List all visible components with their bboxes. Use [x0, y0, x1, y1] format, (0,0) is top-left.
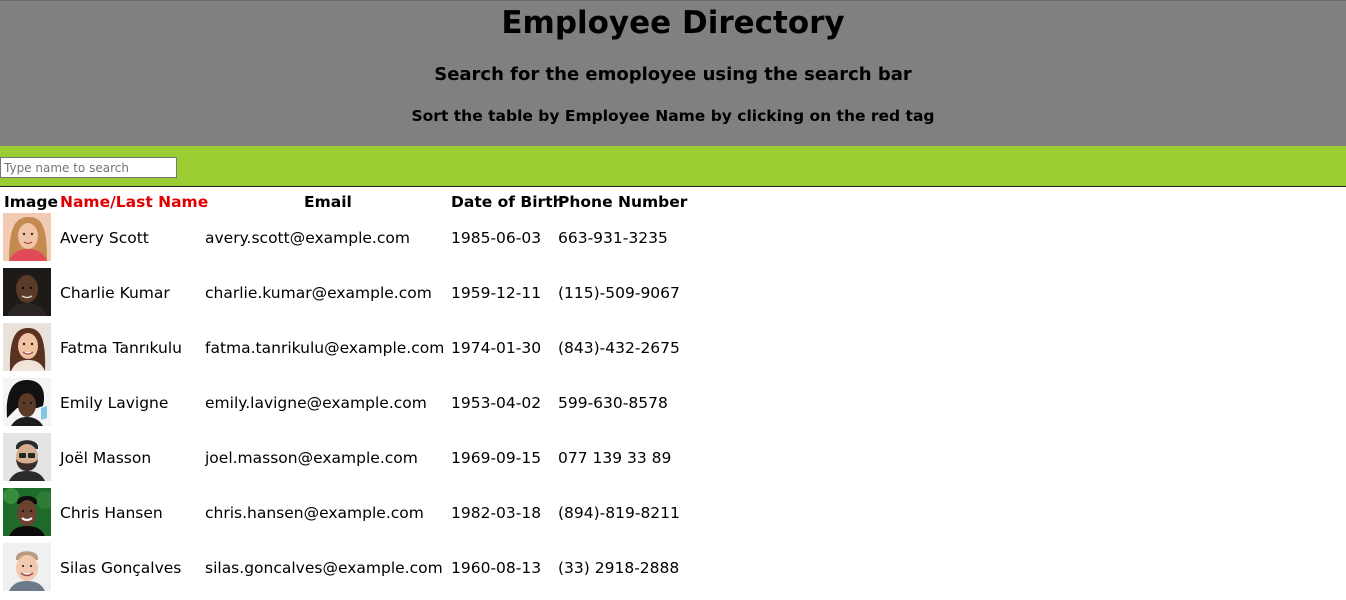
employee-email: silas.goncalves@example.com: [205, 559, 443, 577]
employee-name: Joël Masson: [60, 449, 152, 467]
table-row: Chris Hansen chris.hansen@example.com 19…: [0, 488, 700, 543]
employee-dob: 1982-03-18: [451, 504, 542, 522]
employee-email: charlie.kumar@example.com: [205, 284, 432, 302]
employee-name: Fatma Tanrıkulu: [60, 339, 182, 357]
employee-dob: 1959-12-11: [451, 284, 542, 302]
employee-name: Chris Hansen: [60, 504, 163, 522]
employee-dob: 1974-01-30: [451, 339, 542, 357]
avatar-man-smiling-icon: [3, 543, 51, 591]
employee-dob: 1969-09-15: [451, 449, 542, 467]
table-row: Avery Scott avery.scott@example.com 1985…: [0, 213, 700, 268]
employee-name: Silas Gonçalves: [60, 559, 182, 577]
employee-table: Image Name/Last Name Email Date of Birth…: [0, 188, 1346, 600]
page-header: Employee Directory Search for the emoplo…: [0, 0, 1346, 146]
table-row: Charlie Kumar charlie.kumar@example.com …: [0, 268, 700, 323]
employee-name: Avery Scott: [60, 229, 149, 247]
page-subtitle: Search for the emoployee using the searc…: [434, 64, 912, 85]
employee-phone: 663-931-3235: [558, 229, 668, 247]
page-title: Employee Directory: [501, 5, 845, 41]
employee-email: joel.masson@example.com: [205, 449, 418, 467]
search-bar: [0, 146, 1346, 187]
column-header-date-of-birth: Date of Birth: [451, 193, 564, 211]
employee-phone: (33) 2918-2888: [558, 559, 680, 577]
employee-phone: (115)-509-9067: [558, 284, 680, 302]
table-row: Joël Masson joel.masson@example.com 1969…: [0, 433, 700, 488]
employee-email: chris.hansen@example.com: [205, 504, 424, 522]
search-input[interactable]: [0, 157, 177, 178]
table-row: Fatma Tanrıkulu fatma.tanrikulu@example.…: [0, 323, 700, 378]
employee-dob: 1953-04-02: [451, 394, 542, 412]
column-header-email: Email: [304, 193, 352, 211]
employee-email: emily.lavigne@example.com: [205, 394, 427, 412]
employee-name: Emily Lavigne: [60, 394, 169, 412]
employee-phone: 599-630-8578: [558, 394, 668, 412]
employee-dob: 1985-06-03: [451, 229, 542, 247]
avatar-woman-blonde-icon: [3, 213, 51, 261]
employee-email: avery.scott@example.com: [205, 229, 410, 247]
avatar-woman-brunette-icon: [3, 323, 51, 371]
employee-phone: 077 139 33 89: [558, 449, 672, 467]
employee-dob: 1960-08-13: [451, 559, 542, 577]
avatar-woman-dark-hair-icon: [3, 378, 51, 426]
column-header-image: Image: [4, 193, 58, 211]
avatar-man-green-icon: [3, 488, 51, 536]
employee-email: fatma.tanrikulu@example.com: [205, 339, 445, 357]
column-header-phone-number: Phone Number: [558, 193, 688, 211]
column-header-name-sort[interactable]: Name/Last Name: [60, 192, 208, 212]
employee-phone: (843)-432-2675: [558, 339, 680, 357]
avatar-man-bald-icon: [3, 268, 51, 316]
avatar-man-beard-icon: [3, 433, 51, 481]
table-row: Emily Lavigne emily.lavigne@example.com …: [0, 378, 700, 433]
employee-name: Charlie Kumar: [60, 284, 170, 302]
table-row: Silas Gonçalves silas.goncalves@example.…: [0, 543, 700, 598]
sort-instruction: Sort the table by Employee Name by click…: [411, 107, 935, 125]
employee-phone: (894)-819-8211: [558, 504, 680, 522]
